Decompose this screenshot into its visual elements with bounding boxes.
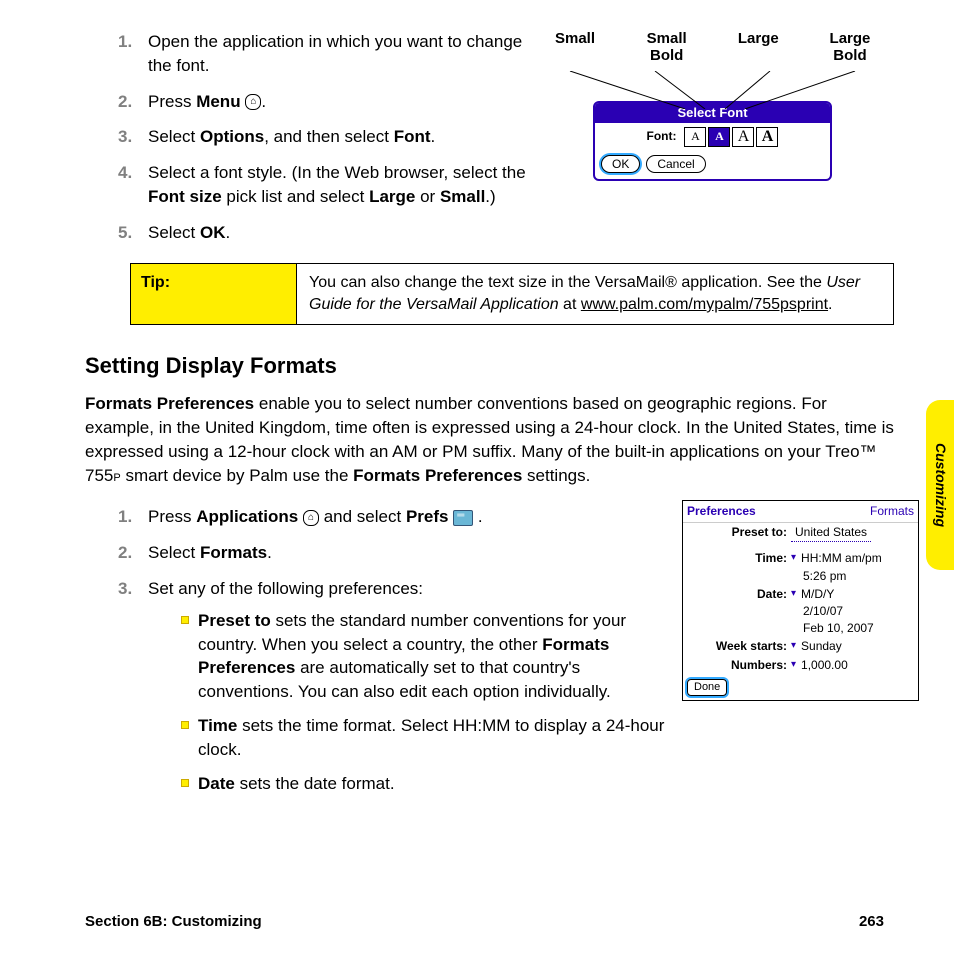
fs3t: Set any of the following preferences: [148, 579, 423, 598]
fs1b2: Prefs [406, 507, 449, 526]
prefs-header-left: Preferences [687, 503, 756, 520]
font-opt-large[interactable]: A [732, 127, 754, 147]
date-example-2: Feb 10, 2007 [683, 620, 918, 637]
b2b1: Time [198, 716, 237, 735]
done-button[interactable]: Done [687, 679, 727, 696]
fs2b1: Formats [200, 543, 267, 562]
time-label: Time: [687, 550, 791, 567]
label-large-bold: Large Bold [820, 30, 880, 65]
preset-value[interactable]: United States [791, 524, 871, 542]
p1b2: Formats Preferences [353, 466, 522, 485]
time-example: 5:26 pm [683, 568, 918, 585]
p1t3: settings. [522, 466, 590, 485]
s3t3: . [431, 127, 436, 146]
label-large: Large [728, 30, 788, 65]
applications-key-icon: ⌂ [303, 510, 319, 526]
s3b1: Options [200, 127, 264, 146]
select-font-panel: Select Font Font: A A A A OK Cancel [593, 101, 832, 182]
s5t2: . [225, 223, 230, 242]
s4t1: Select a font style. (In the Web browser… [148, 163, 526, 182]
b1b1: Preset to [198, 611, 271, 630]
tip-box: Tip: You can also change the text size i… [130, 263, 894, 326]
font-row-label: Font: [647, 128, 677, 145]
footer-right: 263 [859, 911, 884, 932]
date-value[interactable]: M/D/Y [791, 586, 914, 603]
bullet-time: Time sets the time format. Select HH:MM … [183, 714, 700, 762]
s4t2: pick list and select [222, 187, 369, 206]
prefs-header-right: Formats [870, 503, 914, 520]
font-callout: Small Small Bold Large Large Bold Select… [540, 30, 885, 181]
fstep-1: Press Applications ⌂ and select Prefs . [130, 505, 700, 529]
b2t1: sets the time format. Select HH:MM to di… [198, 716, 664, 759]
b3t1: sets the date format. [235, 774, 395, 793]
tip-label: Tip: [131, 264, 297, 325]
p1t2: smart device by Palm use the [121, 466, 353, 485]
s5b1: OK [200, 223, 226, 242]
font-opt-small-bold[interactable]: A [708, 127, 730, 147]
bullet-date: Date sets the date format. [183, 772, 700, 796]
fs1t2: and select [319, 507, 406, 526]
s4b1: Font size [148, 187, 222, 206]
s3b2: Font [394, 127, 431, 146]
menu-key-icon: ⌂ [245, 94, 261, 110]
s3t2: , and then select [264, 127, 393, 146]
s5t1: Select [148, 223, 200, 242]
step-2-t1: Press [148, 92, 196, 111]
fs2t2: . [267, 543, 272, 562]
step-2-bold: Menu [196, 92, 240, 111]
preferences-panel: Preferences Formats Preset to: United St… [682, 500, 919, 701]
tip-t3: . [828, 296, 832, 313]
bullet-preset: Preset to sets the standard number conve… [183, 609, 648, 704]
step-5: Select OK. [130, 221, 894, 245]
label-small-bold: Small Bold [637, 30, 697, 65]
numbers-label: Numbers: [687, 657, 791, 674]
s4b2: Large [369, 187, 415, 206]
fs1t1: Press [148, 507, 196, 526]
step-1-text: Open the application in which you want t… [148, 30, 528, 78]
s3t1: Select [148, 127, 200, 146]
tip-body: You can also change the text size in the… [297, 264, 893, 325]
week-label: Week starts: [687, 638, 791, 655]
fs2t1: Select [148, 543, 200, 562]
s4t3: or [415, 187, 440, 206]
fs1t3: . [473, 507, 482, 526]
date-example-1: 2/10/07 [683, 603, 918, 620]
p1sub: P [113, 472, 120, 484]
footer-left: Section 6B: Customizing [85, 911, 262, 932]
cancel-button[interactable]: Cancel [646, 155, 705, 174]
s4t4: .) [485, 187, 495, 206]
date-label: Date: [687, 586, 791, 603]
time-value[interactable]: HH:MM am/pm [791, 550, 914, 567]
b3b1: Date [198, 774, 235, 793]
numbers-value[interactable]: 1,000.00 [791, 657, 914, 674]
tip-link[interactable]: www.palm.com/mypalm/755psprint [581, 296, 828, 313]
fs1b1: Applications [196, 507, 298, 526]
preset-label: Preset to: [687, 524, 791, 542]
font-opt-small[interactable]: A [684, 127, 706, 147]
label-small: Small [545, 30, 605, 65]
step-2-dot: . [261, 92, 266, 111]
s4b3: Small [440, 187, 485, 206]
p1b1: Formats Preferences [85, 394, 254, 413]
callout-lines-svg [540, 71, 885, 109]
prefs-icon [453, 510, 473, 526]
week-value[interactable]: Sunday [791, 638, 914, 655]
heading-setting-display-formats: Setting Display Formats [85, 351, 894, 382]
tip-t2: at [559, 296, 581, 313]
fstep-3: Set any of the following preferences: Pr… [130, 577, 700, 795]
formats-intro: Formats Preferences enable you to select… [85, 392, 894, 487]
fstep-2: Select Formats. [130, 541, 700, 565]
font-opt-large-bold[interactable]: A [756, 127, 778, 147]
tip-t1: You can also change the text size in the… [309, 274, 826, 291]
ok-button[interactable]: OK [601, 155, 640, 174]
